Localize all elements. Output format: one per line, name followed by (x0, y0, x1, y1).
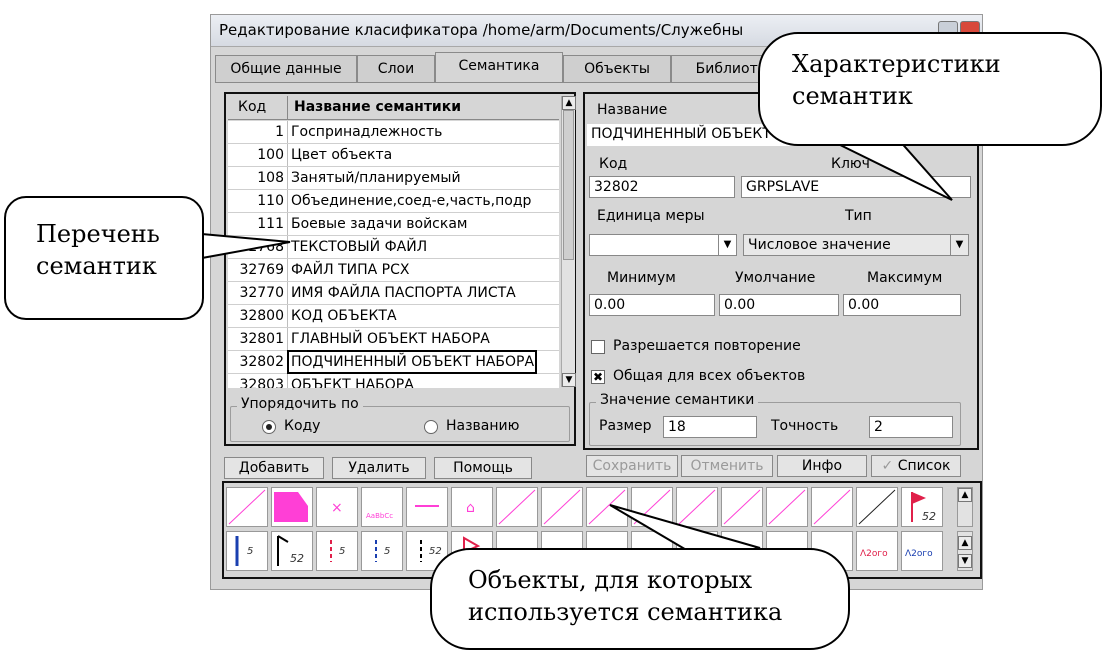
callout-semantics-props: Характеристики семантик (758, 32, 1102, 146)
callout-semantics-list: Перечень семантик (4, 196, 204, 320)
callout-objects-text: Объекты, для которых используется семант… (468, 566, 783, 626)
callout-semantics-props-text: Характеристики семантик (792, 50, 1001, 110)
callout-objects: Объекты, для которых используется семант… (430, 548, 850, 650)
callout-semantics-list-text: Перечень семантик (36, 220, 160, 280)
